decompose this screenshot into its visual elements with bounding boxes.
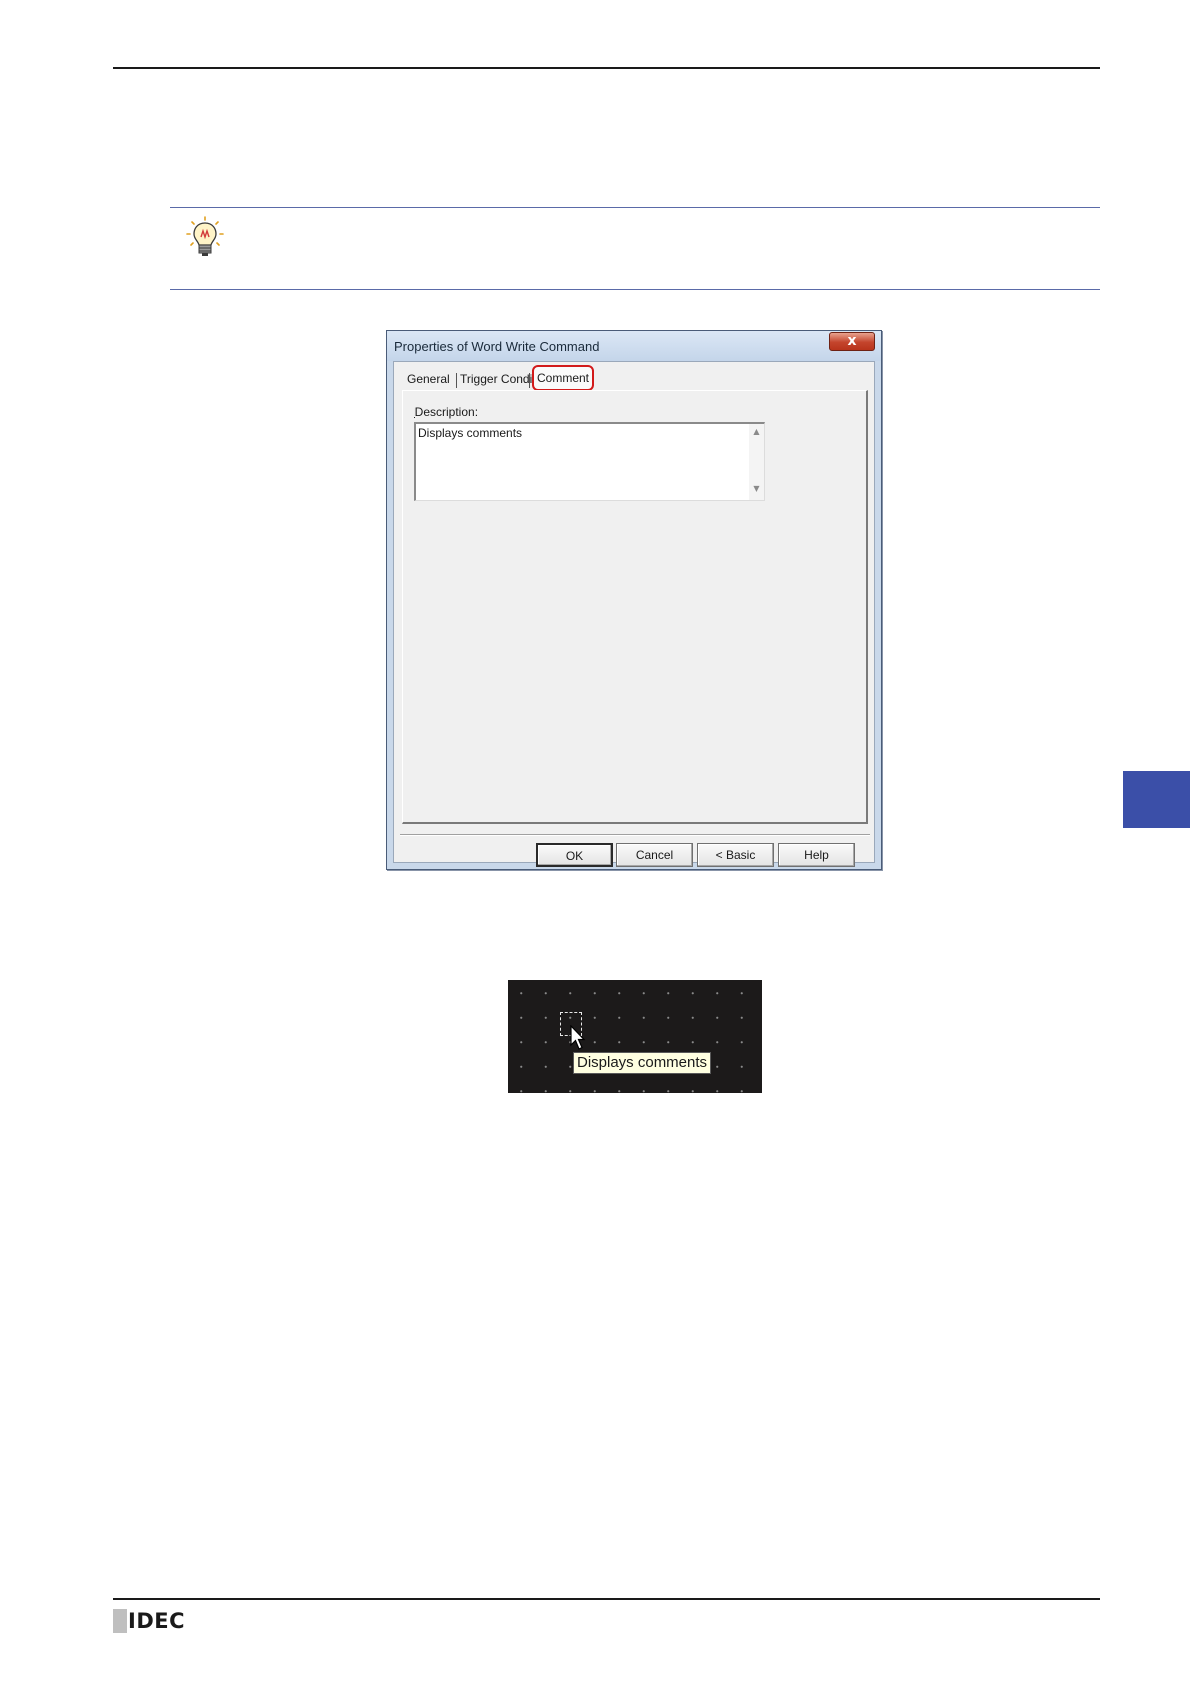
tab-comment[interactable]: Comment <box>532 365 594 391</box>
description-label-text: Description: <box>414 405 479 419</box>
help-button[interactable]: Help <box>778 843 855 867</box>
lightbulb-icon <box>186 216 224 256</box>
dialog-title: Properties of Word Write Command <box>394 339 600 354</box>
cancel-button[interactable]: Cancel <box>616 843 693 867</box>
scroll-up-icon[interactable]: ▲ <box>749 427 764 436</box>
scroll-down-icon[interactable]: ▼ <box>749 484 764 493</box>
description-scrollbar[interactable]: ▲ ▼ <box>749 424 764 500</box>
tab-separator <box>456 373 457 388</box>
tab-separator <box>529 373 530 388</box>
header-rule <box>113 67 1100 69</box>
tab-comment-label: Comment <box>536 371 589 385</box>
dialog-client-area: General Trigger Condition Comment DDescr… <box>393 361 875 867</box>
button-separator <box>400 834 870 836</box>
runtime-preview: Displays comments <box>508 980 762 1093</box>
logo-mark <box>113 1609 127 1633</box>
logo-text: IDEC <box>128 1609 186 1633</box>
basic-button[interactable]: < Basic <box>697 843 774 867</box>
comment-tooltip: Displays comments <box>573 1052 712 1074</box>
tab-general[interactable]: General <box>407 372 450 386</box>
dialog-title-bar[interactable]: Properties of Word Write Command x <box>387 331 881 361</box>
close-button[interactable]: x <box>829 332 875 351</box>
description-label: DDescription: <box>414 405 479 419</box>
properties-dialog: Properties of Word Write Command x Gener… <box>386 330 882 870</box>
chapter-tab <box>1123 771 1190 828</box>
hint-bottom-rule <box>170 289 1100 290</box>
close-icon: x <box>847 333 857 349</box>
hint-top-rule <box>170 207 1100 208</box>
ok-button[interactable]: OK <box>536 843 613 867</box>
mouse-pointer-icon <box>570 1025 586 1050</box>
description-textarea[interactable]: Displays comments ▲ ▼ <box>414 422 765 501</box>
footer-rule <box>113 1598 1100 1600</box>
description-value: Displays comments <box>418 426 523 440</box>
tab-panel: DDescription: Displays comments ▲ ▼ <box>402 390 868 824</box>
